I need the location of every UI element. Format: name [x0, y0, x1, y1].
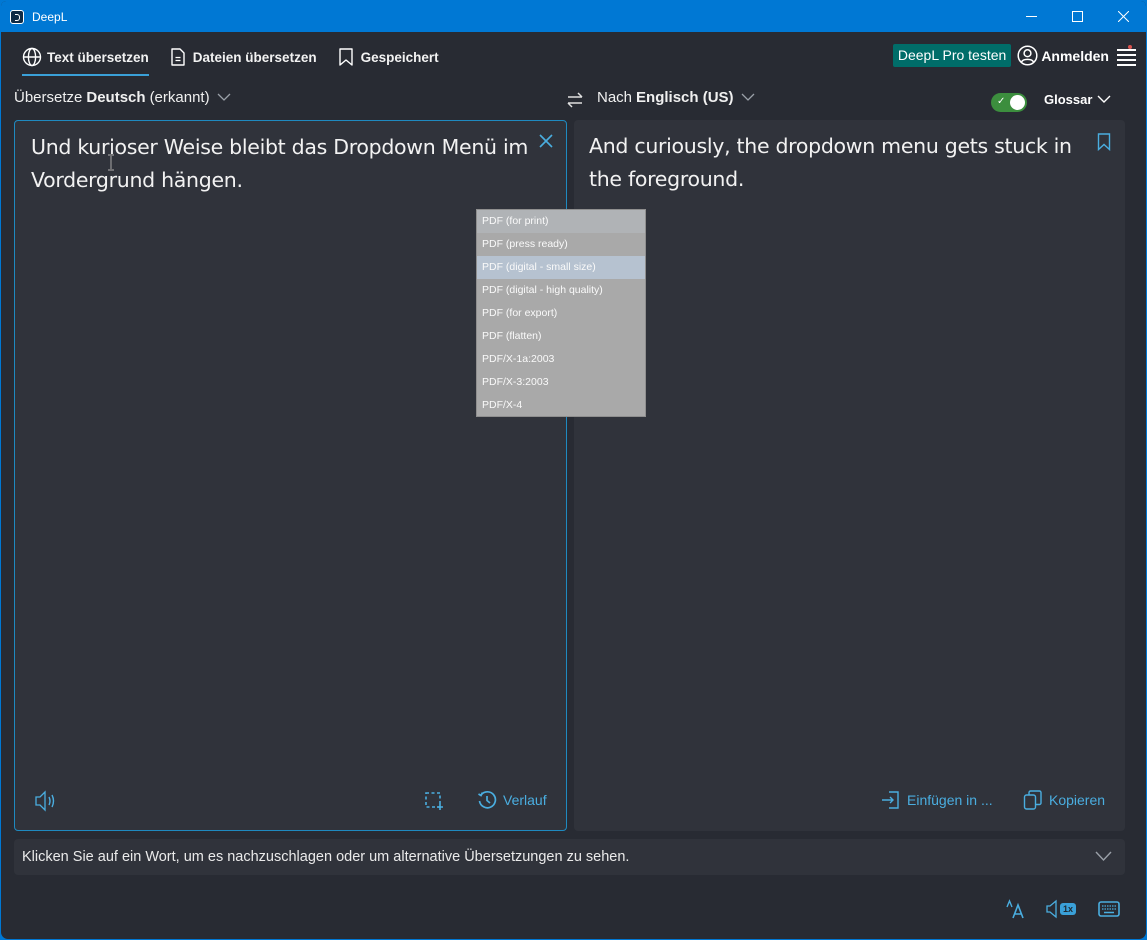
keyboard-icon [1098, 901, 1120, 917]
bookmark-icon [1097, 133, 1111, 152]
minimize-button[interactable] [1008, 1, 1054, 32]
dropdown-option[interactable]: PDF (digital - small size) [477, 256, 645, 279]
close-icon [1117, 11, 1129, 22]
swap-icon [567, 92, 583, 108]
source-language: Deutsch [86, 89, 146, 106]
close-icon [539, 134, 553, 148]
region-select-icon [425, 792, 443, 810]
source-language-selector[interactable]: Übersetze Deutsch (erkannt) [14, 89, 231, 106]
bookmark-icon [336, 47, 356, 67]
hamburger-menu-icon[interactable] [1117, 44, 1136, 66]
dropdown-option[interactable]: PDF/X-4 [477, 394, 645, 417]
history-label: Verlauf [503, 792, 547, 808]
font-size-icon [1006, 899, 1024, 919]
text-cursor-icon [108, 154, 114, 171]
window-controls [1008, 1, 1146, 32]
target-language: Englisch (US) [636, 89, 734, 106]
pdf-export-dropdown: PDF (for print) PDF (press ready) PDF (dig… [476, 209, 646, 417]
target-language-selector[interactable]: Nach Englisch (US) [597, 89, 755, 106]
swap-languages-button[interactable] [565, 90, 585, 110]
chevron-down-icon [217, 93, 231, 102]
history-button[interactable]: Verlauf [477, 790, 547, 810]
copy-icon [1023, 790, 1042, 810]
history-icon [478, 790, 497, 809]
chevron-down-icon [741, 93, 755, 102]
speech-speed-badge: 1x [1060, 903, 1077, 915]
copy-label: Kopieren [1049, 792, 1106, 808]
select-region-button[interactable] [424, 791, 450, 811]
save-translation-button[interactable] [1097, 133, 1111, 152]
login-label: Anmelden [1041, 47, 1109, 64]
speech-speed-button[interactable]: 1x [1046, 898, 1077, 920]
clear-text-button[interactable] [538, 133, 554, 149]
dropdown-option[interactable]: PDF/X-1a:2003 [477, 348, 645, 371]
main-nav: Text übersetzen Dateien übersetzen Gespe… [1, 32, 1146, 82]
source-prefix: Übersetze [14, 89, 83, 106]
tab-text-translate[interactable]: Text übersetzen [22, 37, 149, 77]
document-icon [168, 47, 188, 67]
source-text-input[interactable]: Und kurioser Weise bleibt das Dropdown M… [31, 131, 531, 197]
glossary-dropdown[interactable]: Glossar [1044, 92, 1111, 107]
try-pro-button[interactable]: DeepL Pro testen [892, 44, 1012, 67]
insert-icon [882, 791, 899, 809]
glossary-label: Glossar [1044, 92, 1093, 107]
speaker-icon [35, 790, 55, 812]
copy-button[interactable]: Kopieren [1023, 790, 1105, 810]
dictionary-hint-bar[interactable]: Klicken Sie auf ein Wort, um es nachzusc… [14, 839, 1125, 875]
notification-dot [1128, 44, 1132, 49]
dropdown-option[interactable]: PDF (digital - high quality) [477, 279, 645, 302]
dropdown-option[interactable]: PDF/X-3:2003 [477, 371, 645, 394]
minimize-icon [1025, 16, 1037, 17]
hint-text: Klicken Sie auf ein Wort, um es nachzusc… [22, 849, 630, 865]
title-bar: DeepL [1, 1, 1146, 32]
target-text-panel: And curiously, the dropdown menu gets st… [574, 120, 1125, 831]
dropdown-option[interactable]: PDF (for export) [477, 302, 645, 325]
dropdown-option[interactable]: PDF (press ready) [477, 233, 645, 256]
source-detected: (erkannt) [149, 89, 210, 106]
toggle-knob [1010, 95, 1025, 110]
chevron-down-icon[interactable] [1095, 851, 1112, 862]
tab-saved[interactable]: Gespeichert [336, 37, 439, 77]
speaker-icon [1046, 899, 1057, 919]
check-icon: ✓ [997, 96, 1006, 107]
listen-source-button[interactable] [34, 790, 64, 812]
deepl-logo-icon [10, 9, 24, 24]
tab-label: Gespeichert [360, 49, 439, 65]
font-size-button[interactable] [1006, 898, 1026, 920]
dropdown-option[interactable]: PDF (for print) [477, 210, 645, 233]
login-button[interactable]: Anmelden [1017, 45, 1109, 66]
target-prefix: Nach [597, 89, 633, 106]
close-window-button[interactable] [1100, 1, 1146, 32]
globe-icon [22, 47, 42, 67]
formality-toggle[interactable]: ✓ [991, 93, 1027, 112]
maximize-button[interactable] [1054, 1, 1100, 32]
deepl-window: DeepL Text übersetzen Dateien übersetzen… [0, 0, 1147, 940]
translated-text[interactable]: And curiously, the dropdown menu gets st… [589, 130, 1089, 196]
insert-into-button[interactable]: Einfügen in ... [881, 790, 993, 810]
insert-label: Einfügen in ... [907, 792, 993, 808]
user-icon [1017, 45, 1038, 66]
maximize-icon [1071, 11, 1083, 22]
chevron-down-icon [1097, 95, 1111, 104]
nav-right: DeepL Pro testen Anmelden [892, 44, 1136, 67]
window-title: DeepL [32, 9, 68, 24]
dropdown-option[interactable]: PDF (flatten) [477, 325, 645, 348]
tab-label: Dateien übersetzen [192, 49, 317, 65]
keyboard-shortcuts-button[interactable] [1098, 898, 1120, 920]
tab-label: Text übersetzen [47, 49, 149, 65]
tab-translate-files[interactable]: Dateien übersetzen [168, 37, 317, 77]
